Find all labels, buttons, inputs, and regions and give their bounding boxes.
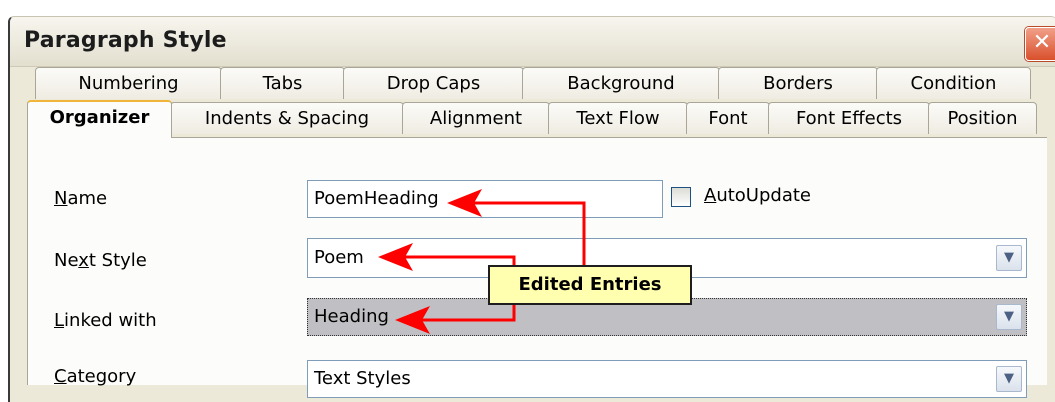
tab-position[interactable]: Position xyxy=(928,102,1037,134)
autoupdate-checkbox[interactable] xyxy=(671,187,691,207)
category-select[interactable]: Text Styles ▼ xyxy=(307,360,1027,398)
tab-background[interactable]: Background xyxy=(522,67,720,99)
category-dropdown-button[interactable]: ▼ xyxy=(996,366,1022,392)
tab-alignment[interactable]: Alignment xyxy=(402,102,550,134)
tab-tabs[interactable]: Tabs xyxy=(220,67,345,99)
organizer-panel: Name PoemHeading Next Style Poem ▼ Linke… xyxy=(27,137,1047,398)
next-style-label: Next Style xyxy=(54,250,147,271)
linked-with-dropdown-button[interactable]: ▼ xyxy=(996,304,1022,330)
close-button[interactable]: ✕ xyxy=(1025,27,1055,61)
category-label: Category xyxy=(54,366,137,387)
name-input[interactable]: PoemHeading xyxy=(307,180,663,218)
linked-with-label: Linked with xyxy=(54,310,157,331)
tab-numbering[interactable]: Numbering xyxy=(35,67,222,99)
tab-font-effects[interactable]: Font Effects xyxy=(768,102,930,134)
title-bar[interactable]: Paragraph Style ✕ xyxy=(10,17,1055,67)
tab-indents-spacing[interactable]: Indents & Spacing xyxy=(170,102,404,134)
tab-font[interactable]: Font xyxy=(686,102,770,134)
tab-organizer[interactable]: Organizer xyxy=(27,100,172,138)
name-label: Name xyxy=(54,188,108,209)
tab-drop-caps[interactable]: Drop Caps xyxy=(343,67,524,99)
edited-entries-callout: Edited Entries xyxy=(488,265,692,305)
next-style-dropdown-button[interactable]: ▼ xyxy=(996,245,1022,271)
tab-condition[interactable]: Condition xyxy=(876,67,1031,99)
tab-borders[interactable]: Borders xyxy=(718,67,878,99)
autoupdate-label[interactable]: AutoUpdate xyxy=(704,185,811,206)
dialog-title: Paragraph Style xyxy=(24,28,227,53)
tab-text-flow[interactable]: Text Flow xyxy=(548,102,688,134)
